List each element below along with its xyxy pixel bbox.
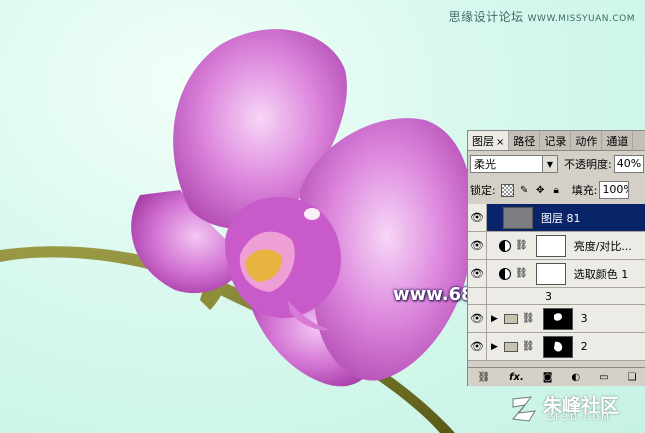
layer-name: 选取颜色 1	[573, 267, 629, 281]
lock-transparency-icon[interactable]	[500, 183, 514, 197]
mask-shape	[553, 341, 562, 352]
panel-bottom-bar: ⛓︎ fx. ◙ ◐ ▭ ❏	[468, 367, 645, 386]
blend-mode-select[interactable]: 柔光 ▼	[470, 155, 558, 173]
tab-history[interactable]: 记录	[540, 131, 572, 150]
lock-label: 锁定:	[470, 184, 496, 197]
eye-icon[interactable]: 👁︎	[468, 305, 487, 332]
mask-thumbnail	[535, 262, 566, 285]
layer-name: 图层 81	[541, 211, 581, 225]
lock-row: 锁定: ✎ ✥ 🔒︎ 填充: 100%	[470, 180, 630, 200]
layer-row[interactable]: 👁︎ ⛓︎ 亮度/对比...	[468, 232, 645, 260]
move-icon[interactable]: ✥	[535, 185, 546, 196]
link-icon[interactable]: ⛓︎	[477, 372, 490, 383]
expand-arrow-icon[interactable]: ▶	[491, 342, 498, 352]
eye-icon[interactable]: 👁︎	[468, 232, 487, 259]
eye-icon[interactable]: 👁︎	[468, 333, 487, 360]
brush-icon[interactable]: ✎	[519, 185, 530, 196]
tab-channels[interactable]: 通道	[602, 131, 634, 150]
mask-thumbnail	[535, 234, 566, 257]
fill-input[interactable]: 100%	[599, 181, 630, 199]
folder-icon	[503, 313, 518, 324]
tab-paths[interactable]: 路径	[509, 131, 541, 150]
layer-name: 2	[580, 340, 588, 353]
adjustment-layer-icon	[499, 267, 511, 280]
layer-row[interactable]: 👁︎ ⛓︎ 选取颜色 1	[468, 260, 645, 288]
panel-tabs: 图层 × 路径 记录 动作 通道	[468, 131, 645, 151]
chain-icon[interactable]: ⛓︎	[522, 313, 535, 324]
watermark: 思缘设计论坛 WWW.MISSYUAN.COM	[449, 8, 635, 25]
expand-arrow-icon[interactable]: ▶	[491, 314, 498, 324]
eye-icon[interactable]: 👁︎	[468, 204, 487, 231]
mask-icon[interactable]: ◙	[543, 372, 553, 383]
mask-thumbnail	[542, 335, 573, 358]
layer-name: 3	[580, 312, 588, 325]
layers-panel: 图层 × 路径 记录 动作 通道 柔光 ▼ 不透明度: 40% 锁定: ✎ ✥ 🔒…	[467, 130, 645, 386]
eye-icon[interactable]	[468, 288, 487, 304]
layer-row[interactable]: 👁︎ 图层 81	[468, 204, 645, 232]
eye-icon[interactable]: 👁︎	[468, 260, 487, 287]
lock-icon[interactable]: 🔒︎	[551, 185, 562, 196]
layer-row[interactable]: 👁︎ ▶ ⛓︎ 3	[468, 305, 645, 333]
chain-icon[interactable]: ⛓︎	[522, 341, 535, 352]
fill-label: 填充:	[571, 184, 598, 197]
opacity-label: 不透明度:	[564, 158, 612, 171]
adjustment-layer-icon	[499, 239, 511, 252]
layer-name: 3	[545, 289, 552, 303]
brand-logo: 朱峰社区 ZF3D.COM	[507, 389, 637, 429]
watermark-text: 思缘设计论坛	[448, 10, 524, 24]
brand-mark-icon	[512, 396, 536, 422]
anther-cap	[304, 208, 320, 220]
blend-row: 柔光 ▼ 不透明度: 40%	[470, 154, 644, 174]
opacity-input[interactable]: 40%	[613, 155, 644, 173]
layer-row[interactable]: 👁︎ ▶ ⛓︎ 2	[468, 333, 645, 361]
layer-name: 亮度/对比...	[573, 239, 632, 253]
layer-thumbnail	[503, 206, 533, 229]
fx-icon[interactable]: fx.	[509, 372, 524, 383]
tab-layers-label: 图层	[472, 135, 494, 148]
close-icon[interactable]: ×	[496, 137, 504, 148]
adjustment-icon[interactable]: ◐	[571, 372, 580, 383]
blend-mode-value: 柔光	[474, 158, 496, 171]
tab-actions[interactable]: 动作	[571, 131, 603, 150]
mask-shape	[553, 312, 562, 321]
layer-row[interactable]: 3	[468, 288, 645, 305]
new-layer-icon[interactable]: ❏	[628, 372, 637, 383]
chain-icon[interactable]: ⛓︎	[515, 268, 528, 279]
watermark-url: WWW.MISSYUAN.COM	[527, 14, 635, 24]
chain-icon[interactable]: ⛓︎	[515, 240, 528, 251]
tab-layers[interactable]: 图层 ×	[468, 131, 510, 150]
folder-icon	[503, 341, 518, 352]
layer-list: 👁︎ 图层 81 👁︎ ⛓︎ 亮度/对比... 👁︎ ⛓︎ 选取颜色 1 3 👁…	[468, 204, 645, 361]
mask-thumbnail	[542, 307, 573, 330]
folder-icon[interactable]: ▭	[599, 372, 608, 383]
brand-domain: ZF3D.COM	[547, 413, 611, 423]
chevron-down-icon[interactable]: ▼	[542, 156, 557, 172]
